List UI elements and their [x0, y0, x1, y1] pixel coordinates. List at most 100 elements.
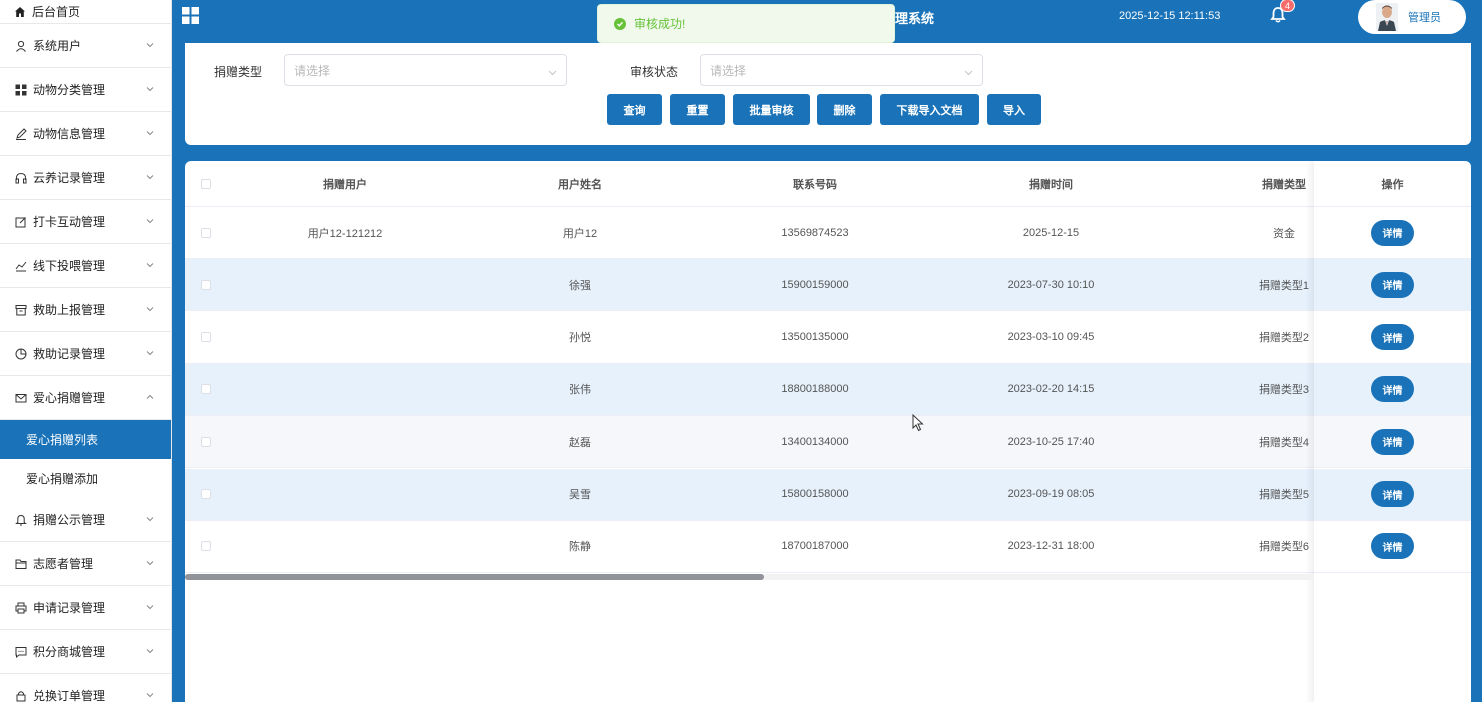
success-toast: 审核成功!	[597, 4, 895, 43]
sidebar-item[interactable]: 积分商城管理	[0, 630, 171, 674]
table-row[interactable]: 张伟 18800188000 2023-02-20 14:15 捐赠类型3 详情	[185, 363, 1471, 416]
sidebar-item[interactable]: 救助记录管理	[0, 332, 171, 376]
sidebar-item[interactable]: 捐赠公示管理	[0, 498, 171, 542]
column-header-time[interactable]: 捐赠时间	[933, 161, 1169, 206]
cell-name: 赵磊	[569, 436, 591, 449]
edit-icon	[14, 215, 27, 228]
detail-button[interactable]: 详情	[1371, 271, 1414, 298]
cell-phone: 15900159000	[781, 278, 849, 291]
sidebar-item[interactable]: 系统用户	[0, 24, 171, 68]
sidebar-item[interactable]: 云养记录管理	[0, 156, 171, 200]
table-row[interactable]: 吴雪 15800158000 2023-09-19 08:05 捐赠类型5 详情	[185, 468, 1471, 521]
table-row[interactable]: 赵磊 13400134000 2023-10-25 17:40 捐赠类型4 详情	[185, 416, 1471, 469]
user-menu[interactable]: 管理员	[1358, 0, 1466, 34]
row-checkbox[interactable]	[185, 207, 227, 258]
folder-icon	[14, 557, 27, 570]
notification-badge: 4	[1280, 0, 1295, 12]
table-row[interactable]: 孙悦 13500135000 2023-03-10 09:45 捐赠类型2 详情	[185, 311, 1471, 364]
sidebar-subitem[interactable]: 爱心捐赠添加	[0, 459, 171, 498]
system-title: 理系统	[895, 11, 935, 26]
sidebar-item-label: 动物分类管理	[33, 83, 106, 97]
sidebar-item[interactable]: 动物信息管理	[0, 112, 171, 156]
data-table: 捐赠用户 用户姓名 联系号码 捐赠时间 捐赠类型 操作 用户12-121212 用…	[185, 161, 1471, 702]
sidebar-item[interactable]: 申请记录管理	[0, 586, 171, 630]
cell-user	[227, 416, 463, 467]
audit-status-select[interactable]: 请选择	[700, 54, 983, 86]
download-template-button[interactable]: 下载导入文档	[880, 94, 979, 125]
sidebar-item[interactable]: 兑换订单管理	[0, 674, 171, 702]
cell-user	[227, 521, 463, 572]
row-checkbox[interactable]	[185, 416, 227, 467]
row-checkbox[interactable]	[185, 312, 227, 363]
row-checkbox[interactable]	[185, 364, 227, 415]
chevron-down-icon	[145, 303, 155, 313]
detail-button[interactable]: 详情	[1371, 428, 1414, 455]
select-placeholder: 请选择	[710, 63, 747, 78]
column-header-user[interactable]: 捐赠用户	[227, 161, 463, 206]
query-button[interactable]: 查询	[607, 94, 662, 125]
column-header-phone[interactable]: 联系号码	[697, 161, 933, 206]
cell-time: 2023-09-19 08:05	[1007, 488, 1095, 500]
headphones-icon	[14, 171, 27, 184]
sidebar-item[interactable]: 救助上报管理	[0, 288, 171, 332]
detail-button[interactable]: 详情	[1371, 376, 1414, 403]
lock-icon	[14, 689, 27, 702]
horizontal-scrollbar[interactable]	[185, 574, 1314, 580]
cell-time: 2023-10-25 17:40	[1007, 435, 1095, 448]
sidebar-item[interactable]: 志愿者管理	[0, 542, 171, 586]
grid-icon	[14, 83, 27, 96]
table-row[interactable]: 陈静 18700187000 2023-12-31 18:00 捐赠类型6 详情	[185, 520, 1471, 573]
import-button[interactable]: 导入	[987, 94, 1041, 125]
sidebar-item-label: 线下投喂管理	[33, 259, 106, 273]
table-row[interactable]: 徐强 15900159000 2023-07-30 10:10 捐赠类型1 详情	[185, 259, 1471, 312]
sidebar-item[interactable]: 线下投喂管理	[0, 244, 171, 288]
detail-button[interactable]: 详情	[1371, 481, 1414, 507]
batch-audit-button[interactable]: 批量审核	[733, 94, 810, 125]
sidebar-item-label: 后台首页	[32, 5, 81, 19]
cell-user	[227, 469, 463, 520]
chevron-up-icon	[145, 391, 155, 401]
sidebar-item[interactable]: 动物分类管理	[0, 68, 171, 112]
user-icon	[14, 39, 27, 52]
box-icon	[14, 303, 27, 316]
detail-button[interactable]: 详情	[1371, 324, 1414, 351]
scrollbar-thumb[interactable]	[185, 574, 764, 580]
pen-icon	[14, 127, 27, 140]
cell-actions: 详情	[1314, 416, 1471, 468]
cell-name: 张伟	[569, 384, 591, 397]
bell-icon	[14, 513, 27, 526]
row-checkbox[interactable]	[185, 521, 227, 572]
chevron-down-icon	[145, 689, 155, 699]
row-checkbox[interactable]	[185, 469, 227, 520]
cell-phone: 13400134000	[781, 435, 849, 448]
chevron-down-icon	[145, 259, 155, 269]
cell-user	[227, 364, 463, 415]
select-all-checkbox[interactable]	[185, 161, 227, 206]
sidebar-item[interactable]: 打卡互动管理	[0, 200, 171, 244]
chevron-down-icon	[145, 347, 155, 357]
cell-name: 吴雪	[569, 489, 591, 501]
detail-button[interactable]: 详情	[1371, 533, 1414, 560]
sidebar-item-home[interactable]: 后台首页	[0, 0, 171, 24]
donation-type-select[interactable]: 请选择	[284, 54, 567, 86]
select-placeholder: 请选择	[294, 63, 331, 78]
cell-actions: 详情	[1314, 363, 1471, 415]
sidebar-item[interactable]: 爱心捐赠管理	[0, 376, 171, 420]
table-header: 捐赠用户 用户姓名 联系号码 捐赠时间 捐赠类型 操作	[185, 161, 1471, 207]
audit-status-label: 审核状态	[630, 65, 679, 79]
chart-icon	[14, 259, 27, 272]
cell-user	[227, 259, 463, 310]
table-row[interactable]: 用户12-121212 用户12 13569874523 2025-12-15 资金 详情	[185, 207, 1471, 259]
detail-button[interactable]: 详情	[1371, 219, 1414, 246]
cell-name: 孙悦	[569, 332, 591, 345]
column-header-name[interactable]: 用户姓名	[463, 161, 697, 206]
cell-actions: 详情	[1314, 207, 1471, 258]
reset-button[interactable]: 重置	[670, 94, 725, 125]
row-checkbox[interactable]	[185, 259, 227, 310]
menu-grid-icon[interactable]	[182, 7, 199, 24]
sidebar-item-label: 系统用户	[33, 39, 82, 53]
delete-button[interactable]: 删除	[817, 94, 872, 125]
current-datetime: 2025-12-15 12:11:53	[1119, 10, 1221, 22]
printer-icon	[14, 601, 27, 614]
sidebar-subitem[interactable]: 爱心捐赠列表	[0, 420, 171, 459]
